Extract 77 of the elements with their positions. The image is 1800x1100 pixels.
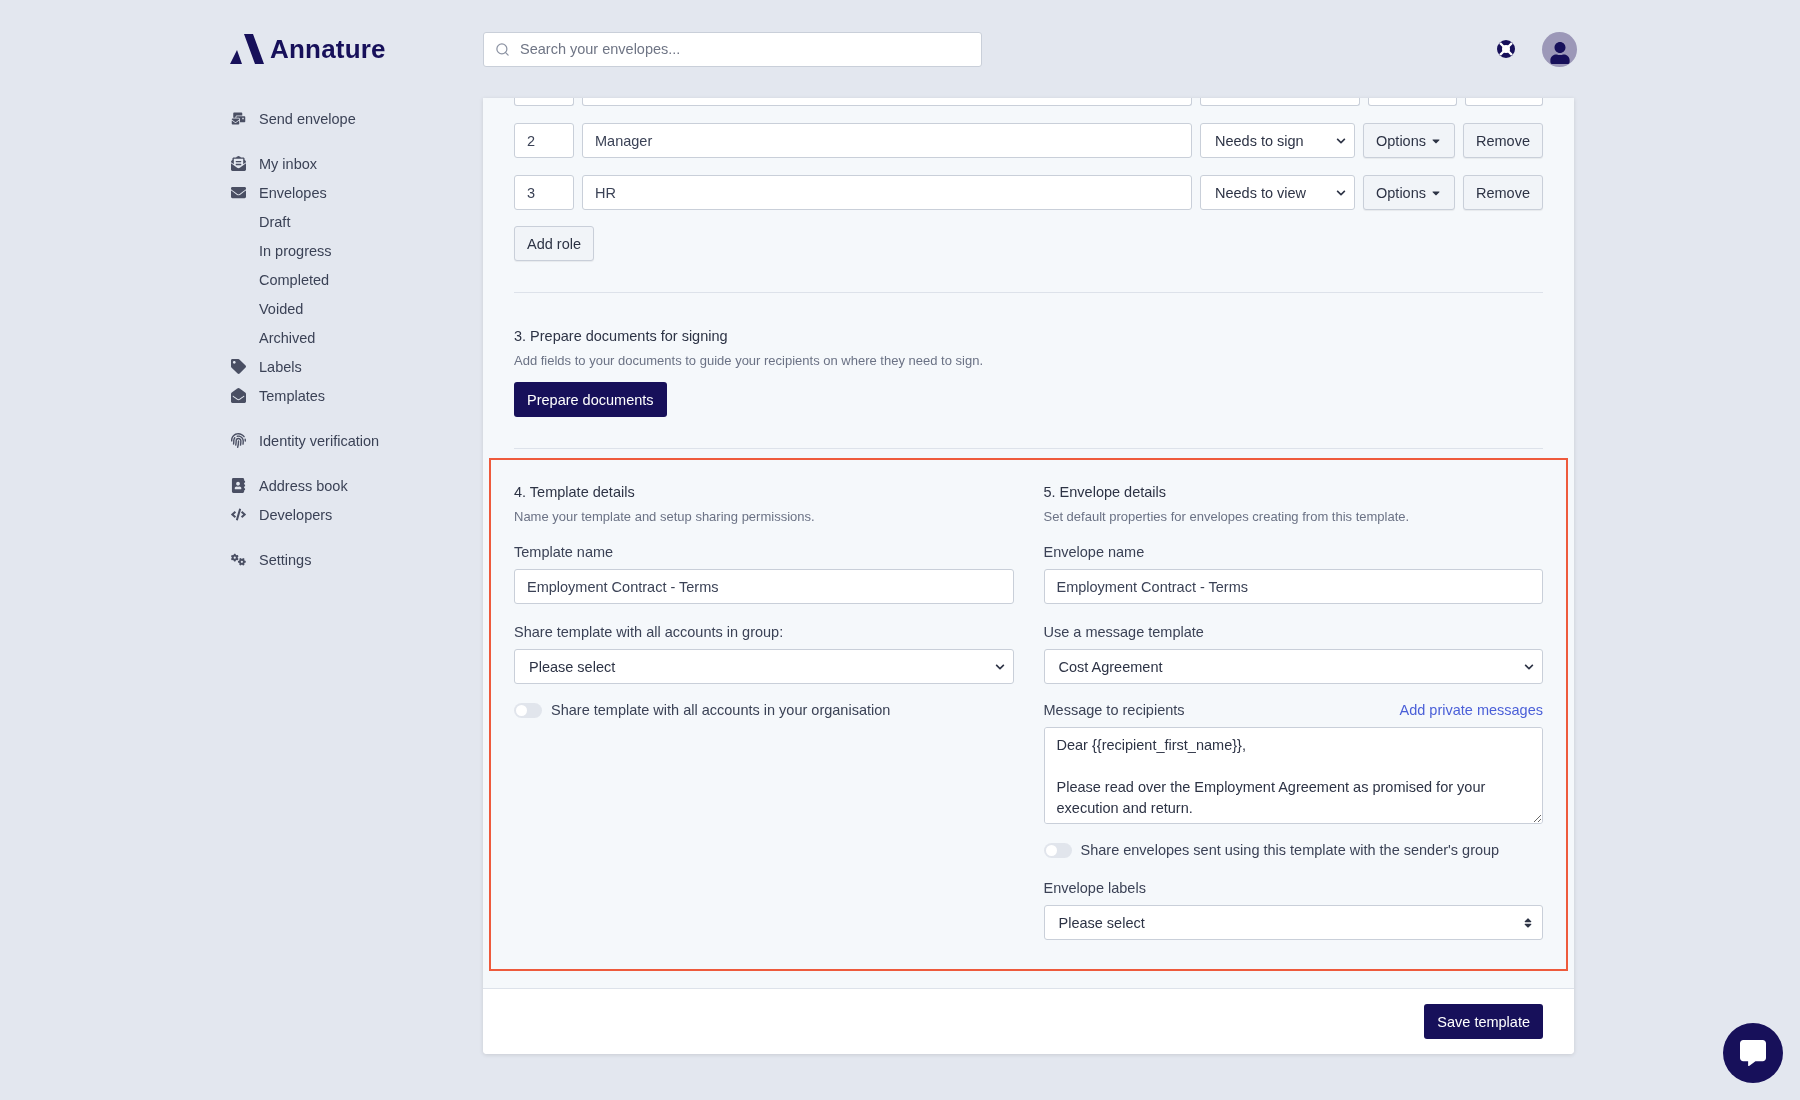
section-description: Set default properties for envelopes creating from this template. <box>1043 509 1411 524</box>
sidebar-item[interactable]: Settings <box>230 545 483 574</box>
options-button[interactable]: Options <box>1363 175 1455 210</box>
sort-icon <box>1522 916 1534 929</box>
code-icon <box>230 507 247 522</box>
sidebar-subitem[interactable]: In progress <box>230 236 483 265</box>
toggle-label: Share template with all accounts in your organisation <box>551 702 891 718</box>
sidebar-item[interactable]: Envelopes <box>230 178 483 207</box>
fingerprint-icon <box>230 433 247 448</box>
chat-button[interactable] <box>1723 1023 1783 1083</box>
field-label: Use a message template <box>1043 624 1205 640</box>
add-private-messages-link[interactable]: Add private messages <box>1399 702 1543 718</box>
options-button[interactable]: Options <box>1363 123 1455 158</box>
sidebar-item[interactable]: Send envelope <box>230 104 483 133</box>
search-icon <box>495 41 510 57</box>
section-title: 3. Prepare documents for signing <box>514 328 729 344</box>
field-label: Message to recipients <box>1043 702 1185 718</box>
toggle-switch[interactable] <box>514 702 542 718</box>
action-select[interactable]: Needs to view <box>1200 175 1355 210</box>
toggle-label: Share envelopes sent using this template with the sender's group <box>1080 842 1500 858</box>
field-label: Share template with all accounts in group: <box>514 624 785 640</box>
sidebar-item[interactable]: My inbox <box>230 149 483 178</box>
sidebar-item[interactable]: Developers <box>230 500 483 529</box>
sidebar-subitem[interactable]: Archived <box>230 323 483 352</box>
field-label: Template name <box>514 544 615 560</box>
sidebar-item[interactable]: Labels <box>230 352 483 381</box>
action-select[interactable]: Needs to sign <box>1200 123 1355 158</box>
chevron-icon <box>1524 661 1534 672</box>
options-button[interactable] <box>1368 98 1457 106</box>
address-book-icon <box>230 478 247 493</box>
add-role-button[interactable]: Add role <box>514 226 594 261</box>
logo-icon <box>230 34 264 64</box>
role-name-field[interactable]: Manager <box>582 123 1192 158</box>
message-field[interactable]: Dear {{recipient_first_name}}, Please read over the Employment Agreement as promised for your execution and return. <box>1043 727 1543 824</box>
save-template-button[interactable]: Save template <box>1424 1004 1543 1039</box>
prepare-documents-button[interactable]: Prepare documents <box>514 382 667 417</box>
sidebar-subitem[interactable]: Draft <box>230 207 483 236</box>
field-label: Envelope name <box>1043 544 1146 560</box>
envelope-icon <box>230 185 247 200</box>
help-icon[interactable] <box>1496 39 1516 59</box>
chevron-icon <box>1336 135 1346 146</box>
gears-icon <box>230 552 247 567</box>
role-name-field[interactable]: HR <box>582 175 1192 210</box>
order-field[interactable]: 2 <box>514 123 574 158</box>
group-select[interactable]: Please select <box>514 649 1014 684</box>
number-field[interactable] <box>514 98 574 106</box>
brand-name: Annature <box>270 33 386 65</box>
chevron-icon <box>994 661 1005 672</box>
sidebar-subitem[interactable]: Completed <box>230 265 483 294</box>
section-title: 4. Template details <box>514 484 636 500</box>
sidebar-item[interactable]: Identity verification <box>230 426 483 455</box>
remove-button[interactable]: Remove <box>1463 123 1543 158</box>
open-envelope-icon <box>230 156 247 171</box>
remove-button[interactable]: Remove <box>1463 175 1543 210</box>
labels-select[interactable]: Please select <box>1043 905 1543 940</box>
open-envelope-icon <box>230 388 247 403</box>
chevron-icon <box>1336 187 1346 198</box>
order-field[interactable]: 3 <box>514 175 574 210</box>
tag-icon <box>230 359 247 374</box>
toggle-switch[interactable] <box>1043 842 1072 858</box>
field-label: Envelope labels <box>1043 880 1147 896</box>
role-field[interactable] <box>582 98 1192 106</box>
section-title: 5. Envelope details <box>1043 484 1168 500</box>
user-avatar[interactable] <box>1542 31 1577 67</box>
remove-button[interactable] <box>1465 98 1543 106</box>
search-field[interactable]: Search your envelopes... <box>483 31 982 67</box>
message-template-select[interactable]: Cost Agreement <box>1043 649 1543 684</box>
sidebar-item[interactable]: Address book <box>230 471 483 500</box>
section-description: Name your template and setup sharing permissions. <box>514 509 816 524</box>
envelope-name-field[interactable]: Employment Contract - Terms <box>1043 569 1543 604</box>
envelopes-icon <box>230 111 247 126</box>
template-name-field[interactable]: Employment Contract - Terms <box>514 569 1014 604</box>
action-select[interactable] <box>1200 98 1360 106</box>
section-description: Add fields to your documents to guide your recipients on where they need to sign. <box>514 353 984 368</box>
sidebar-subitem[interactable]: Voided <box>230 294 483 323</box>
chat-icon <box>1740 1040 1766 1066</box>
sidebar-item[interactable]: Templates <box>230 381 483 410</box>
